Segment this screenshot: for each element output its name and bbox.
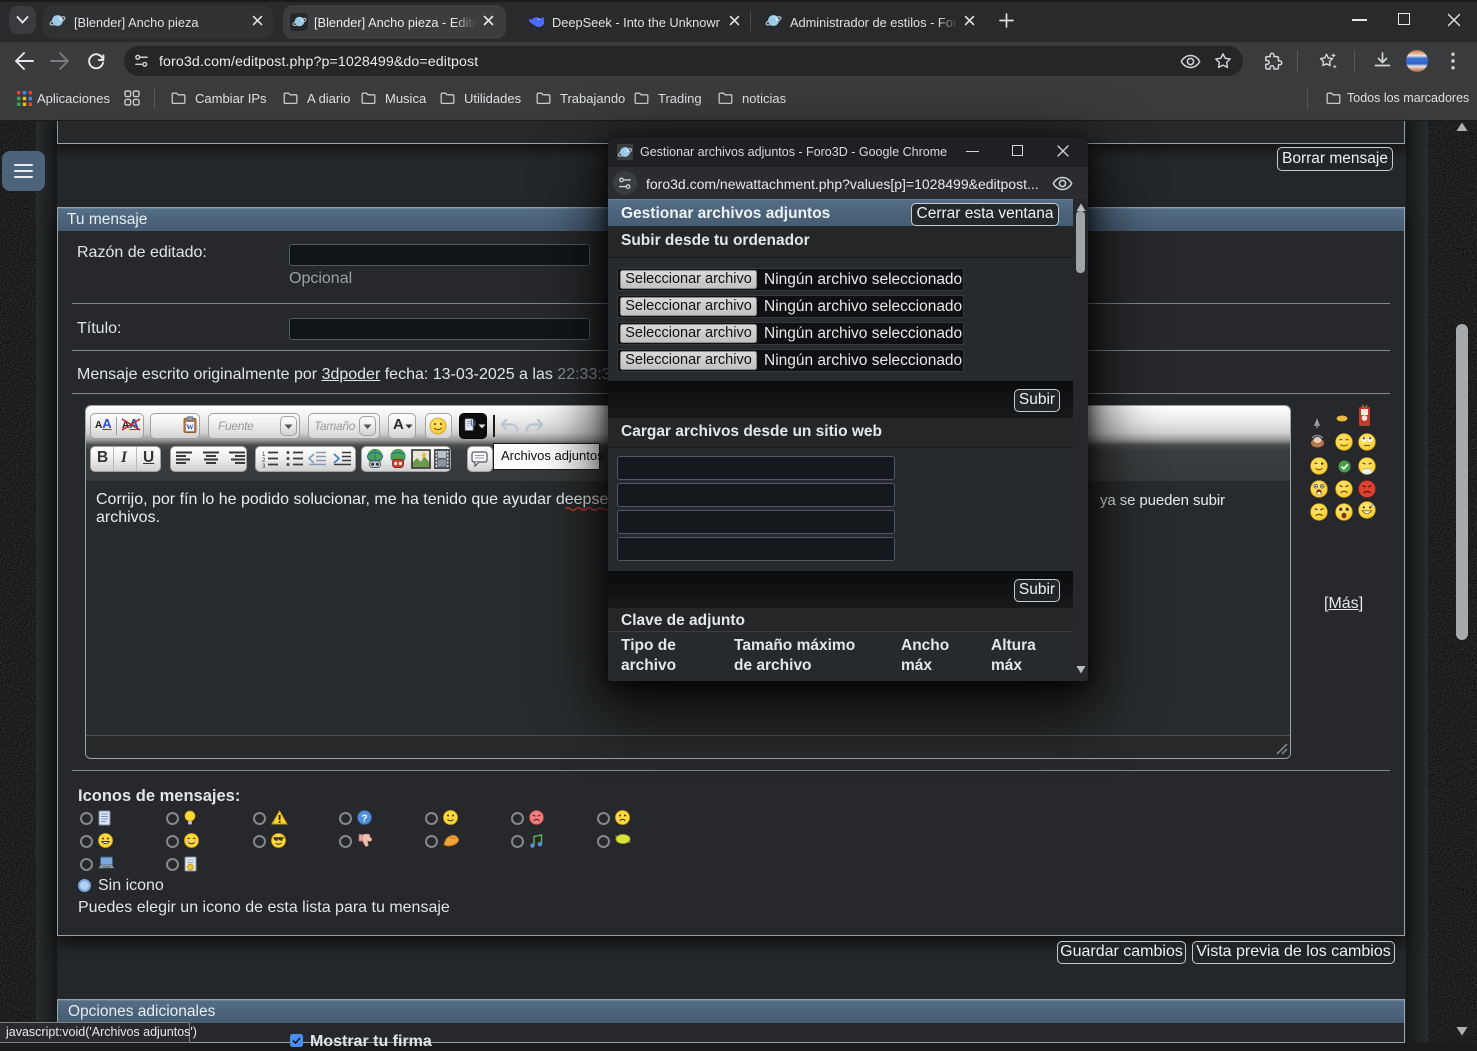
svg-text:W: W <box>186 423 194 432</box>
svg-text:3: 3 <box>262 464 266 468</box>
svg-text:?: ? <box>361 812 367 824</box>
